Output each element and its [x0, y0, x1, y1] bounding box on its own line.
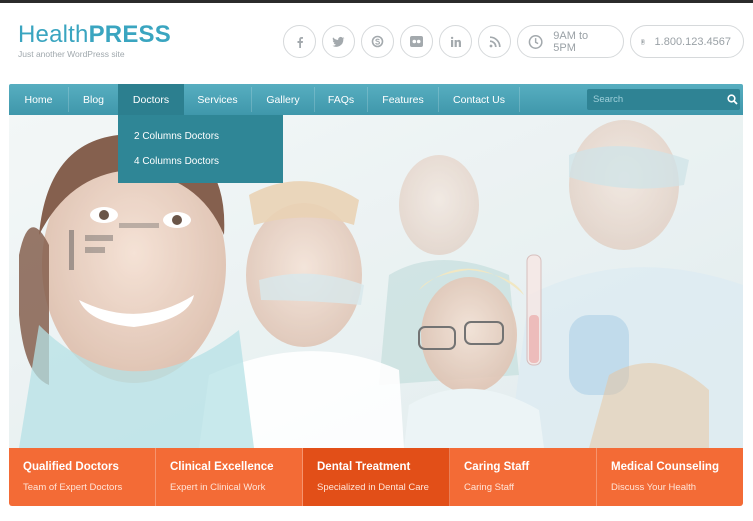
skype-icon[interactable] — [361, 25, 394, 58]
feature-subtitle: Discuss Your Health — [611, 482, 697, 493]
nav-item-contact-us[interactable]: Contact Us — [439, 84, 519, 115]
hours-badge: 9AM to 5PM — [517, 25, 624, 58]
dropdown-item-4-columns-doctors[interactable]: 4 Columns Doctors — [134, 156, 219, 167]
nav-item-home[interactable]: Home — [9, 84, 68, 115]
feature-title: Caring Staff — [464, 461, 530, 473]
site-tagline: Just another WordPress site — [18, 49, 125, 59]
doctors-dropdown-menu: 2 Columns Doctors 4 Columns Doctors — [118, 115, 283, 183]
phone-badge[interactable]: 1.800.123.4567 — [630, 25, 744, 58]
search-icon[interactable] — [725, 94, 740, 105]
site-logo[interactable]: HealthPRESS Just another WordPress site — [18, 22, 171, 60]
feature-title: Clinical Excellence — [170, 461, 274, 473]
feature-subtitle: Caring Staff — [464, 482, 514, 493]
rss-icon[interactable] — [478, 25, 511, 58]
phone-icon — [641, 38, 645, 45]
features-bar: Qualified Doctors Team of Expert Doctors… — [9, 448, 743, 506]
dropdown-item-2-columns-doctors[interactable]: 2 Columns Doctors — [134, 131, 219, 142]
nav-divider — [519, 87, 520, 112]
flickr-icon[interactable] — [400, 25, 433, 58]
feature-subtitle: Expert in Clinical Work — [170, 482, 266, 493]
feature-clinical-excellence[interactable]: Clinical Excellence Expert in Clinical W… — [156, 448, 303, 506]
feature-title: Medical Counseling — [611, 461, 719, 473]
top-bar — [0, 0, 753, 3]
site-title[interactable]: HealthPRESS — [18, 22, 171, 48]
search-input[interactable] — [587, 94, 725, 105]
feature-caring-staff[interactable]: Caring Staff Caring Staff — [450, 448, 597, 506]
feature-dental-treatment[interactable]: Dental Treatment Specialized in Dental C… — [303, 448, 450, 506]
linkedin-icon[interactable] — [439, 25, 472, 58]
clock-icon — [528, 34, 543, 49]
nav-item-gallery[interactable]: Gallery — [252, 84, 314, 115]
nav-item-features[interactable]: Features — [368, 84, 438, 115]
nav-item-doctors[interactable]: Doctors — [118, 84, 184, 115]
hours-text: 9AM to 5PM — [553, 29, 589, 54]
feature-subtitle: Specialized in Dental Care — [317, 482, 429, 493]
feature-title: Qualified Doctors — [23, 461, 119, 473]
feature-subtitle: Team of Expert Doctors — [23, 482, 123, 493]
search-box — [587, 89, 740, 110]
feature-title: Dental Treatment — [317, 461, 411, 473]
twitter-icon[interactable] — [322, 25, 355, 58]
nav-item-services[interactable]: Services — [184, 84, 251, 115]
facebook-icon[interactable] — [283, 25, 316, 58]
feature-qualified-doctors[interactable]: Qualified Doctors Team of Expert Doctors — [9, 448, 156, 506]
nav-item-faqs[interactable]: FAQs — [315, 84, 367, 115]
nav-item-blog[interactable]: Blog — [69, 84, 118, 115]
phone-text: 1.800.123.4567 — [654, 35, 731, 48]
feature-medical-counseling[interactable]: Medical Counseling Discuss Your Health — [597, 448, 743, 506]
